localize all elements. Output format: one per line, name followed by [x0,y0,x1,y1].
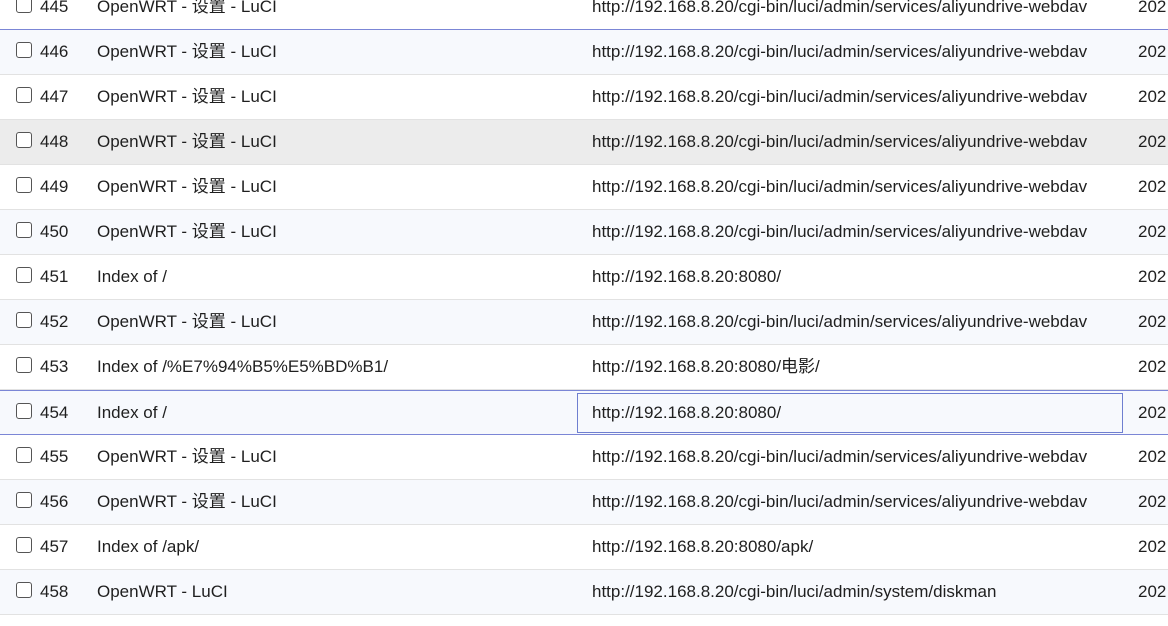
row-checkbox[interactable] [16,403,32,419]
row-checkbox[interactable] [16,537,32,553]
row-date: 202 [1138,177,1167,196]
row-title[interactable]: OpenWRT - 设置 - LuCI [97,210,567,254]
row-url[interactable]: http://192.168.8.20/cgi-bin/luci/admin/s… [592,0,1110,29]
table-row[interactable]: 455 OpenWRT - 设置 - LuCI http://192.168.8… [0,435,1168,480]
row-date: 202 [1138,42,1167,61]
row-number: 453 [40,357,69,376]
row-title[interactable]: OpenWRT - 设置 - LuCI [97,30,567,74]
row-number: 456 [40,492,69,511]
row-url[interactable]: http://192.168.8.20:8080/ [592,255,1110,299]
row-url[interactable]: http://192.168.8.20/cgi-bin/luci/admin/s… [592,120,1110,164]
row-date: 202 [1138,267,1167,286]
row-title[interactable]: Index of / [97,391,567,435]
table-row[interactable]: 452 OpenWRT - 设置 - LuCI http://192.168.8… [0,300,1168,345]
row-url[interactable]: http://192.168.8.20:8080/电影/ [592,345,1110,389]
row-date: 202 [1138,582,1167,601]
row-url[interactable]: http://192.168.8.20:8080/apk/ [592,525,1110,569]
row-number: 446 [40,42,69,61]
row-checkbox[interactable] [16,222,32,238]
row-number: 447 [40,87,69,106]
row-title[interactable]: OpenWRT - 设置 - LuCI [97,480,567,524]
table-row[interactable]: 449 OpenWRT - 设置 - LuCI http://192.168.8… [0,165,1168,210]
row-title[interactable]: OpenWRT - 设置 - LuCI [97,0,567,29]
row-url[interactable]: http://192.168.8.20/cgi-bin/luci/admin/s… [592,165,1110,209]
row-number: 449 [40,177,69,196]
row-checkbox[interactable] [16,177,32,193]
row-number: 450 [40,222,69,241]
row-checkbox[interactable] [16,312,32,328]
row-title[interactable]: OpenWRT - 设置 - LuCI [97,165,567,209]
row-url[interactable]: http://192.168.8.20/cgi-bin/luci/admin/s… [592,75,1110,119]
history-table: 445 OpenWRT - 设置 - LuCI http://192.168.8… [0,0,1168,626]
row-checkbox[interactable] [16,0,32,13]
row-number: 451 [40,267,69,286]
row-number: 458 [40,582,69,601]
row-url[interactable]: http://192.168.8.20/cgi-bin/luci/admin/s… [592,210,1110,254]
row-date: 202 [1138,312,1167,331]
table-row[interactable]: 446 OpenWRT - 设置 - LuCI http://192.168.8… [0,30,1168,75]
row-date: 202 [1138,222,1167,241]
row-date: 202 [1138,492,1167,511]
row-url[interactable]: http://192.168.8.20/cgi-bin/luci/admin/s… [592,435,1110,479]
row-number: 454 [40,403,69,422]
table-row[interactable]: 450 OpenWRT - 设置 - LuCI http://192.168.8… [0,210,1168,255]
table-row[interactable]: 447 OpenWRT - 设置 - LuCI http://192.168.8… [0,75,1168,120]
row-title[interactable]: OpenWRT - 设置 - LuCI [97,300,567,344]
row-title[interactable]: Index of /%E7%94%B5%E5%BD%B1/ [97,345,567,389]
row-date: 202 [1138,87,1167,106]
row-number: 452 [40,312,69,331]
row-url[interactable]: http://192.168.8.20/cgi-bin/luci/admin/s… [592,480,1110,524]
row-checkbox[interactable] [16,357,32,373]
row-url[interactable]: http://192.168.8.20/cgi-bin/luci/admin/s… [592,570,1110,614]
table-row[interactable]: 448 OpenWRT - 设置 - LuCI http://192.168.8… [0,120,1168,165]
row-url[interactable]: http://192.168.8.20/cgi-bin/luci/admin/s… [592,300,1110,344]
row-title[interactable]: Index of /apk/ [97,525,567,569]
table-row[interactable]: 456 OpenWRT - 设置 - LuCI http://192.168.8… [0,480,1168,525]
row-date: 202 [1138,357,1167,376]
row-url-focused[interactable]: http://192.168.8.20:8080/ [592,391,1110,435]
row-title[interactable]: OpenWRT - 设置 - LuCI [97,435,567,479]
row-date: 202 [1138,403,1167,422]
row-checkbox[interactable] [16,582,32,598]
row-title[interactable]: OpenWRT - LuCI [97,570,567,614]
table-row[interactable]: 445 OpenWRT - 设置 - LuCI http://192.168.8… [0,0,1168,30]
row-title[interactable]: OpenWRT - 设置 - LuCI [97,120,567,164]
row-checkbox[interactable] [16,447,32,463]
table-row[interactable]: 453 Index of /%E7%94%B5%E5%BD%B1/ http:/… [0,345,1168,390]
row-title[interactable]: OpenWRT - 设置 - LuCI [97,75,567,119]
row-number: 445 [40,0,69,16]
row-number: 455 [40,447,69,466]
row-number: 448 [40,132,69,151]
row-date: 202 [1138,0,1167,16]
row-checkbox[interactable] [16,132,32,148]
row-date: 202 [1138,537,1167,556]
table-row[interactable]: 458 OpenWRT - LuCI http://192.168.8.20/c… [0,570,1168,615]
table-row[interactable]: 451 Index of / http://192.168.8.20:8080/… [0,255,1168,300]
row-checkbox[interactable] [16,42,32,58]
row-date: 202 [1138,132,1167,151]
row-checkbox[interactable] [16,87,32,103]
row-checkbox[interactable] [16,267,32,283]
row-url[interactable]: http://192.168.8.20/cgi-bin/luci/admin/s… [592,30,1110,74]
row-title[interactable]: Index of / [97,255,567,299]
row-checkbox[interactable] [16,492,32,508]
table-row[interactable]: 457 Index of /apk/ http://192.168.8.20:8… [0,525,1168,570]
table-row-selected[interactable]: 454 Index of / http://192.168.8.20:8080/… [0,390,1168,435]
row-number: 457 [40,537,69,556]
row-date: 202 [1138,447,1167,466]
